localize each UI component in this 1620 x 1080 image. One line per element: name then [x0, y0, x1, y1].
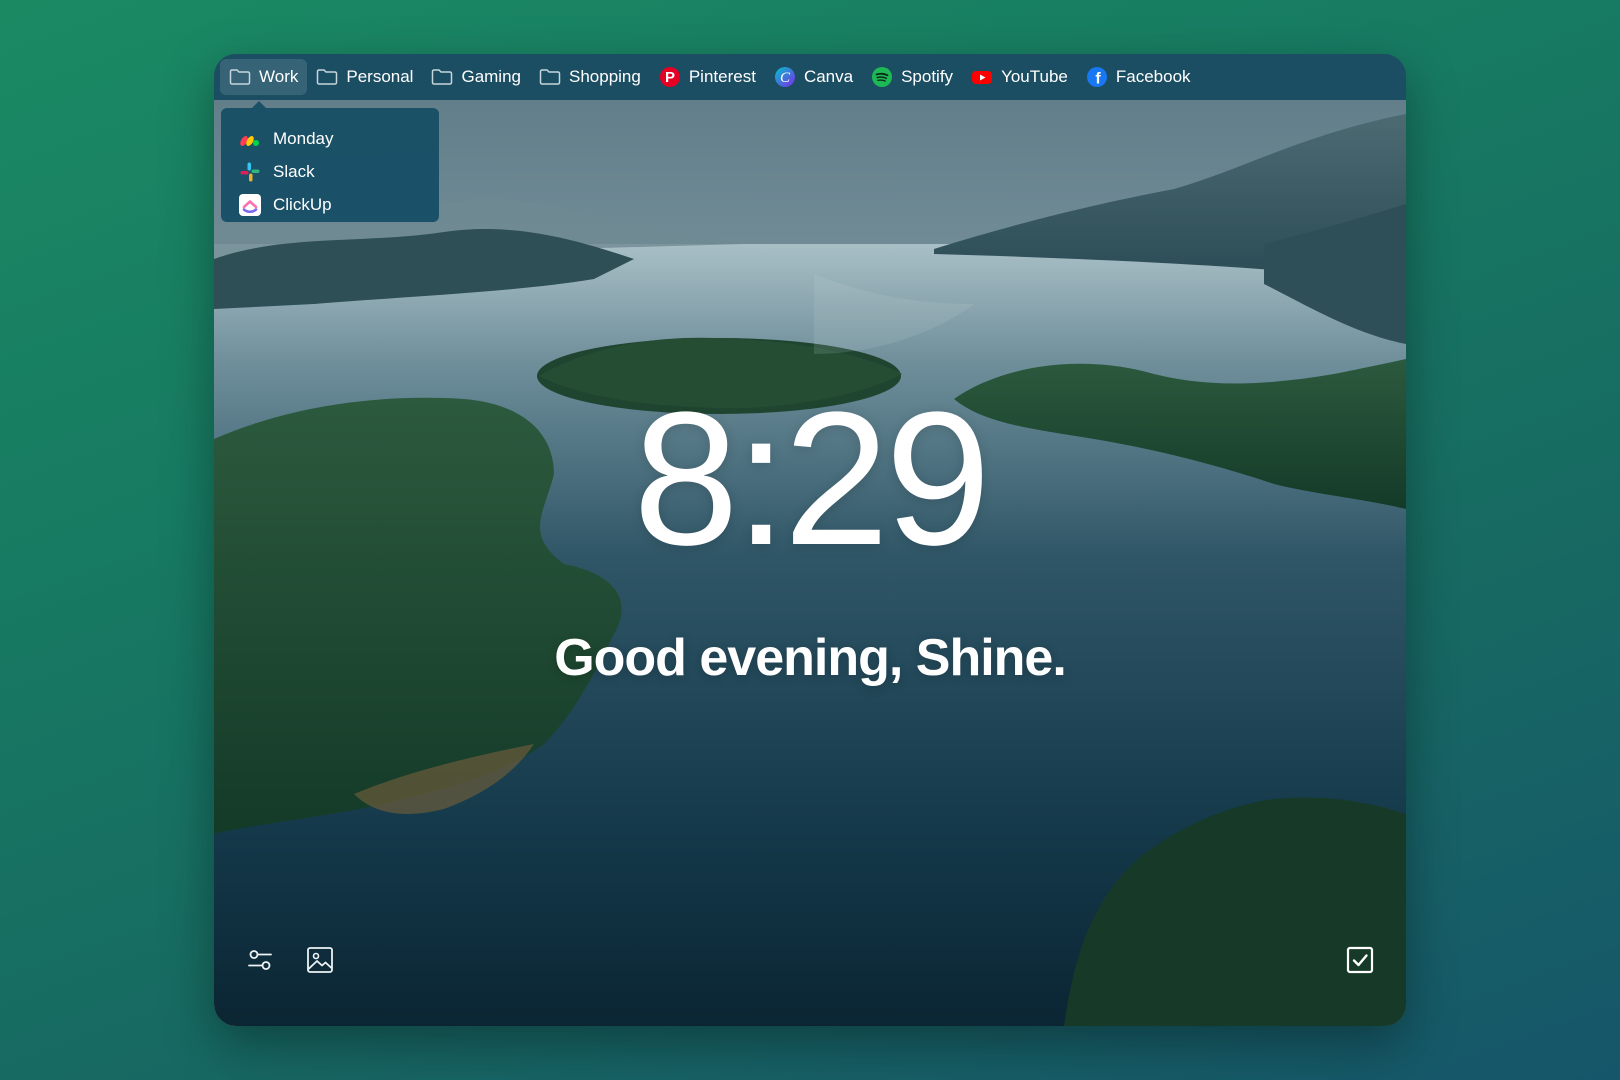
bookmark-label: Work	[259, 67, 299, 86]
folder-icon	[316, 66, 338, 88]
folder-icon	[431, 66, 453, 88]
bookmark-label: Personal	[346, 67, 414, 86]
work-folder-dropdown: Monday Slack ClickUp	[221, 101, 439, 222]
bookmark-label: Gaming	[461, 67, 521, 86]
svg-text:P: P	[665, 69, 675, 86]
bookmark-folder-gaming[interactable]: Gaming	[422, 59, 530, 95]
bookmark-label: Spotify	[901, 67, 954, 86]
folder-icon	[229, 66, 251, 88]
todo-button[interactable]	[1342, 944, 1378, 980]
bookmark-label: Canva	[803, 67, 854, 86]
bookmark-label: Facebook	[1115, 67, 1191, 86]
bookmark-folder-personal[interactable]: Personal	[307, 59, 422, 95]
clickup-icon	[239, 193, 261, 216]
bookmark-pinterest[interactable]: P Pinterest	[650, 59, 765, 95]
monday-icon	[239, 128, 261, 150]
svg-text:f: f	[1095, 71, 1101, 88]
folder-icon	[539, 66, 561, 88]
clock-time: 8:29	[633, 373, 991, 585]
bookmark-label: Shopping	[569, 67, 641, 86]
dropdown-item-clickup[interactable]: ClickUp	[221, 188, 439, 221]
bookmark-label: Pinterest	[688, 67, 756, 86]
dropdown-item-label: Slack	[273, 161, 315, 181]
pinterest-icon: P	[659, 66, 681, 88]
background-image-button[interactable]	[302, 944, 338, 980]
settings-button[interactable]	[242, 944, 278, 980]
spotify-icon	[871, 66, 893, 88]
browser-new-tab-window: Work Personal Gaming Shopping P Pinteres…	[214, 54, 1406, 1026]
bookmark-canva[interactable]: C Canva	[765, 59, 862, 95]
bookmark-folder-work[interactable]: Work	[220, 59, 308, 95]
bookmark-label: YouTube	[1001, 67, 1068, 86]
dropdown-item-monday[interactable]: Monday	[221, 122, 439, 155]
svg-text:C: C	[780, 70, 791, 86]
youtube-icon	[971, 66, 993, 88]
sliders-icon	[245, 945, 275, 980]
greeting-text: Good evening, Shine.	[554, 629, 1067, 687]
slack-icon	[239, 161, 261, 183]
checkbox-icon	[1345, 945, 1375, 980]
bookmark-youtube[interactable]: YouTube	[962, 59, 1077, 95]
bookmark-facebook[interactable]: f Facebook	[1077, 59, 1200, 95]
dropdown-item-label: ClickUp	[273, 194, 332, 214]
facebook-icon: f	[1086, 66, 1108, 88]
canva-icon: C	[774, 66, 796, 88]
dropdown-item-label: Monday	[273, 128, 334, 148]
bookmark-folder-shopping[interactable]: Shopping	[530, 59, 650, 95]
bookmark-bar: Work Personal Gaming Shopping P Pinteres…	[214, 54, 1406, 100]
dropdown-item-slack[interactable]: Slack	[221, 155, 439, 188]
image-icon	[305, 945, 335, 980]
bookmark-spotify[interactable]: Spotify	[862, 59, 962, 95]
